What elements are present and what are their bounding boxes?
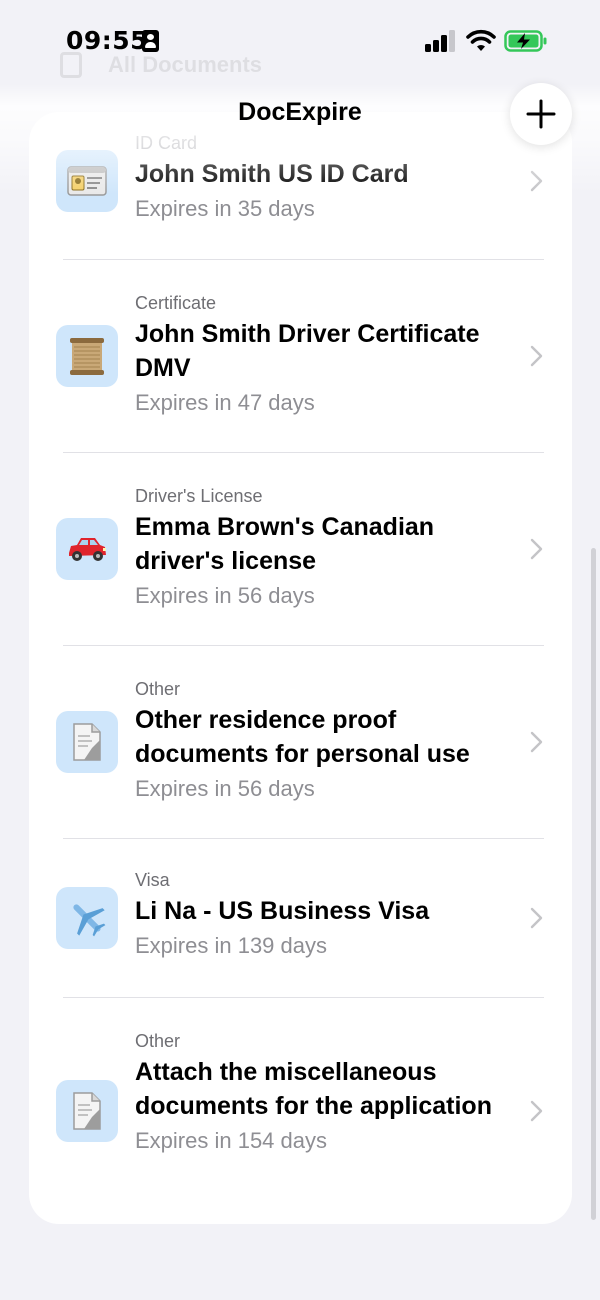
document-icon: [56, 1080, 118, 1142]
doc-text: Certificate John Smith Driver Certificat…: [135, 292, 515, 417]
chevron-right-icon: [530, 538, 543, 560]
person-card-icon: [142, 30, 159, 52]
screen: 09:55 All Documents ID Card John Smith U…: [0, 0, 600, 1300]
doc-expiry: Expires in 139 days: [135, 933, 327, 958]
doc-category: ID Card: [135, 133, 198, 153]
doc-expiry: Expires in 35 days: [135, 196, 315, 221]
document-icon: [56, 711, 118, 773]
add-document-button[interactable]: [510, 83, 572, 145]
cellular-signal-icon: [425, 30, 457, 52]
doc-title: Li Na - US Business Visa: [135, 897, 430, 925]
battery-charging-icon: [504, 30, 547, 52]
chevron-right-icon: [530, 345, 543, 367]
doc-text: ID Card John Smith US ID Card Expires in…: [135, 132, 515, 223]
plus-icon: [526, 99, 556, 129]
chevron-right-icon: [530, 1100, 543, 1122]
doc-title: Other residence proof documents for pers…: [135, 706, 470, 768]
status-time: 09:55: [66, 26, 149, 55]
doc-category: Other: [135, 679, 181, 699]
list-item[interactable]: Visa Li Na - US Business Visa Expires in…: [29, 839, 572, 997]
doc-text: Driver's License Emma Brown's Canadian d…: [135, 485, 515, 610]
airplane-icon: [56, 887, 118, 949]
list-item[interactable]: ID Card John Smith US ID Card Expires in…: [29, 132, 572, 258]
doc-text: Other Other residence proof documents fo…: [135, 678, 515, 803]
doc-expiry: Expires in 56 days: [135, 776, 315, 801]
doc-expiry: Expires in 154 days: [135, 1128, 327, 1153]
scrollbar[interactable]: [591, 548, 596, 1220]
list-item[interactable]: Other Attach the miscellaneous documents…: [29, 998, 572, 1224]
chevron-right-icon: [530, 907, 543, 929]
doc-category: Other: [135, 1031, 181, 1051]
chevron-right-icon: [530, 731, 543, 753]
list-item[interactable]: Driver's License Emma Brown's Canadian d…: [29, 453, 572, 645]
car-icon: [56, 518, 118, 580]
wifi-icon: [466, 29, 496, 51]
doc-title: John Smith Driver Certificate DMV: [135, 320, 480, 382]
doc-category: Visa: [135, 870, 170, 890]
list-item[interactable]: Certificate John Smith Driver Certificat…: [29, 260, 572, 452]
doc-title: Emma Brown's Canadian driver's license: [135, 513, 435, 575]
doc-category: Driver's License: [135, 486, 263, 506]
scroll-icon: [56, 325, 118, 387]
doc-expiry: Expires in 47 days: [135, 390, 315, 415]
documents-list: ID Card John Smith US ID Card Expires in…: [29, 112, 572, 1224]
status-bar: 09:55: [0, 0, 600, 84]
doc-category: Certificate: [135, 293, 217, 313]
doc-title: John Smith US ID Card: [135, 160, 409, 188]
doc-title: Attach the miscellaneous documents for t…: [135, 1058, 492, 1120]
list-item[interactable]: Other Other residence proof documents fo…: [29, 646, 572, 838]
doc-text: Other Attach the miscellaneous documents…: [135, 1030, 515, 1155]
id-card-icon: [56, 150, 118, 212]
doc-text: Visa Li Na - US Business Visa Expires in…: [135, 869, 515, 960]
chevron-right-icon: [530, 170, 543, 192]
doc-expiry: Expires in 56 days: [135, 583, 315, 608]
